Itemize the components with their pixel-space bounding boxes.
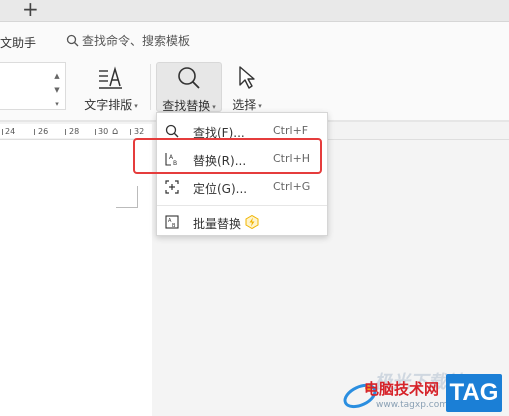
text-typeset-icon	[99, 66, 122, 89]
menu-item-shortcut: Ctrl+G	[273, 180, 311, 193]
ruler-tick: 24	[5, 127, 16, 136]
ruler-tick: 32	[134, 127, 145, 136]
new-tab-button[interactable]: +	[22, 0, 39, 21]
ruler-tick: 26	[38, 127, 49, 136]
svg-text:B: B	[172, 223, 176, 229]
search-placeholder: 查找命令、搜索模板	[82, 34, 191, 48]
command-search[interactable]: 查找命令、搜索模板	[66, 32, 190, 49]
indent-marker-icon[interactable]: ⌂	[112, 126, 118, 137]
ruler-tick: 28	[69, 127, 80, 136]
font-size-box[interactable]: ▲ ▼ ▾	[0, 62, 66, 110]
watermark-tag-badge: TAG	[446, 374, 502, 412]
select-button[interactable]: 选择 ▾	[224, 62, 270, 112]
menu-item-shortcut: Ctrl+F	[273, 124, 309, 137]
spin-arrows[interactable]: ▲ ▼ ▾	[50, 69, 64, 111]
chevron-down-icon: ▾	[134, 101, 138, 110]
ribbon-divider	[150, 64, 151, 110]
ruler-tick: 30	[98, 127, 109, 136]
magnifier-icon	[178, 67, 200, 89]
select-label: 选择	[232, 98, 257, 112]
document-page[interactable]	[0, 140, 152, 416]
watermark-site-name: 电脑技术网	[364, 380, 440, 398]
search-icon	[66, 34, 79, 47]
menu-item-label: 批量替换	[193, 217, 242, 231]
menu-item-goto[interactable]: 定位(G)... Ctrl+G	[157, 173, 327, 201]
watermark-url: www.tagxp.com	[376, 400, 448, 410]
writing-assistant-button[interactable]: 文助手	[0, 34, 36, 51]
menu-divider	[157, 205, 327, 206]
batch-replace-icon: A B	[165, 215, 179, 229]
tab-strip: +	[0, 0, 509, 22]
chevron-down-icon: ▾	[212, 102, 216, 111]
find-replace-menu: 查找(F)... Ctrl+F A B 替换(R)... Ctrl+H 定位(G…	[156, 112, 328, 236]
find-replace-button[interactable]: 查找替换 ▾	[156, 62, 222, 113]
cursor-arrow-icon	[239, 66, 255, 89]
goto-icon	[165, 180, 179, 194]
ruler-track: 24 26 28 30 32	[0, 124, 152, 138]
text-typeset-label: 文字排版	[84, 98, 133, 112]
premium-bolt-icon	[245, 215, 259, 229]
highlight-box	[133, 138, 322, 174]
page-corner-mark	[116, 186, 138, 208]
search-icon	[165, 124, 179, 138]
text-typeset-button[interactable]: 文字排版 ▾	[80, 62, 142, 112]
find-replace-label: 查找替换	[162, 99, 211, 113]
ribbon: ▲ ▼ ▾ 文字排版 ▾ 查找替换 ▾ 选择 ▾	[0, 58, 509, 120]
command-row: 文助手 查找命令、搜索模板	[0, 22, 509, 58]
menu-item-label: 定位(G)...	[193, 182, 248, 196]
chevron-down-icon: ▾	[258, 101, 262, 110]
menu-item-batch-replace[interactable]: A B 批量替换	[157, 208, 327, 236]
